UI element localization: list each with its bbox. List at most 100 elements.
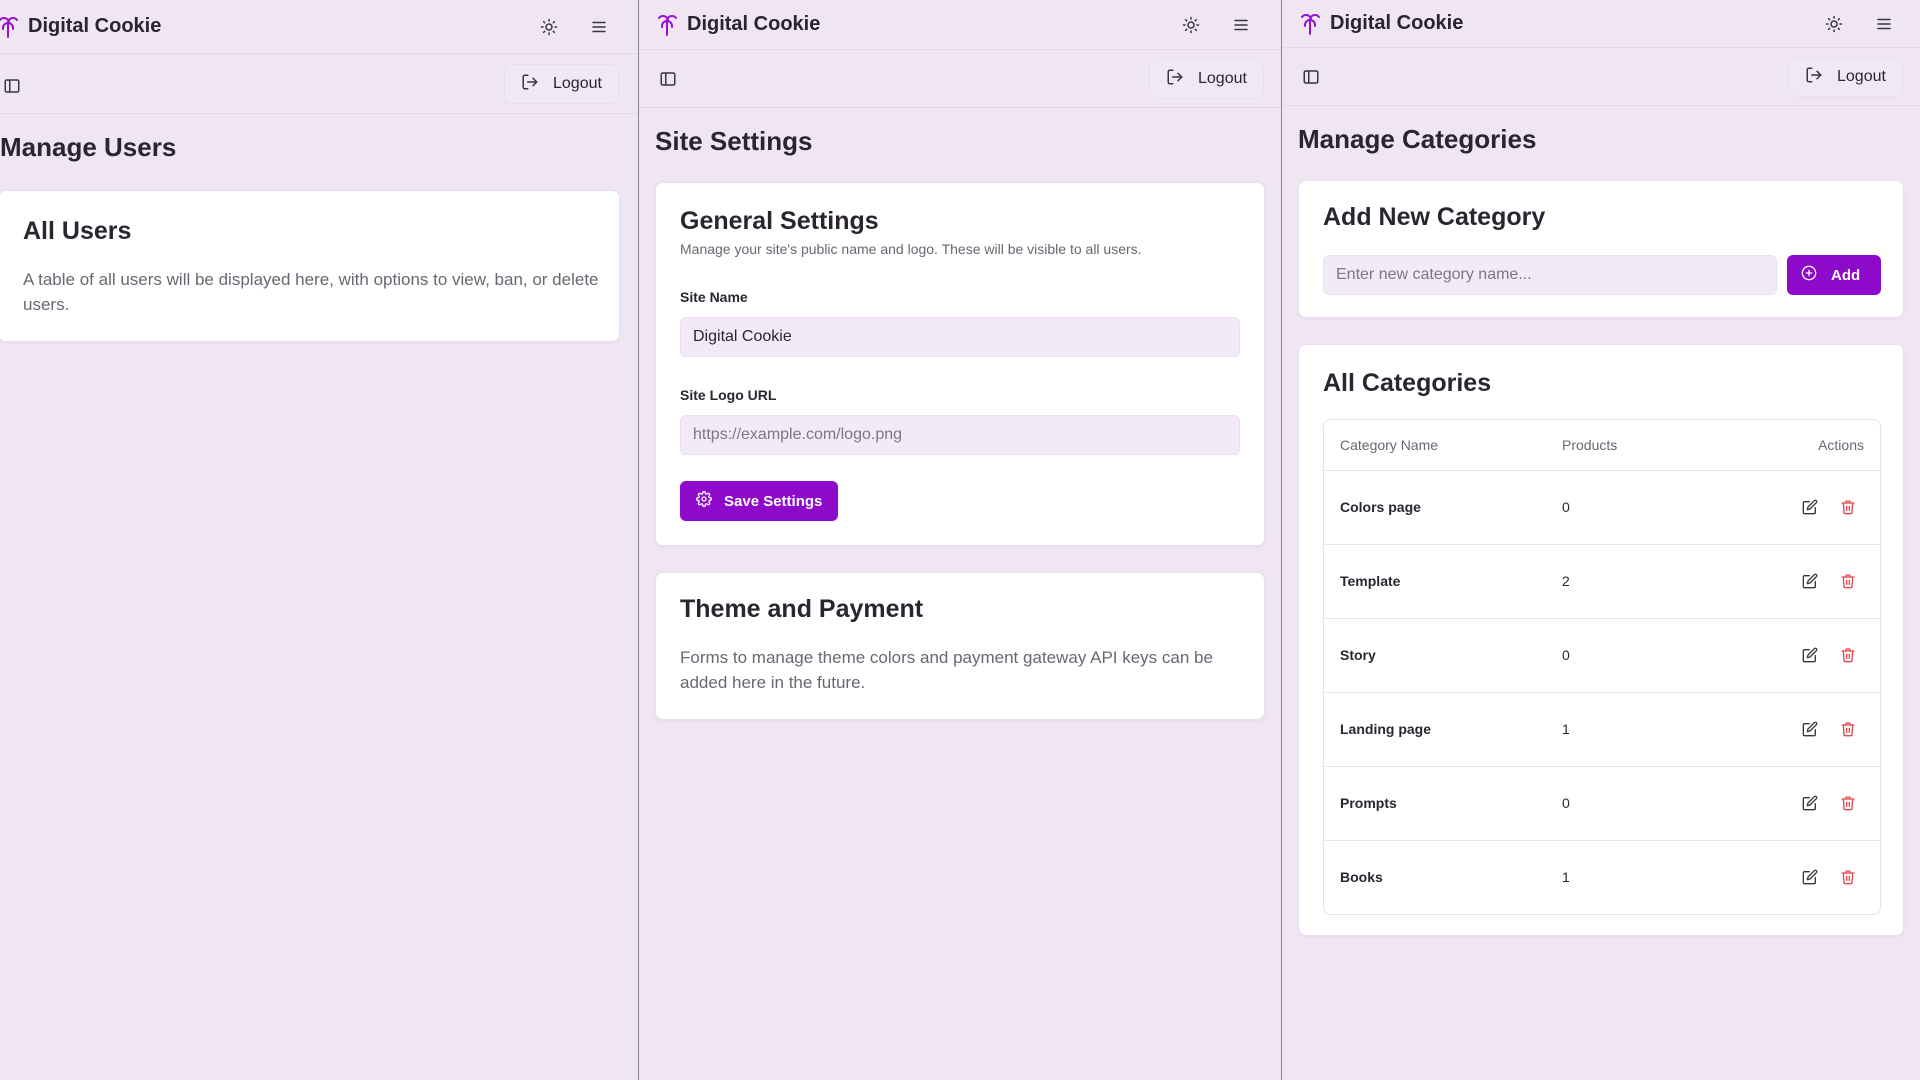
site-logo-url-label: Site Logo URL: [680, 387, 777, 403]
product-count: 2: [1546, 544, 1746, 619]
hamburger-menu-icon[interactable]: [1866, 6, 1902, 42]
save-settings-label: Save Settings: [724, 492, 823, 510]
trash-icon[interactable]: [1832, 491, 1864, 523]
edit-icon[interactable]: [1794, 787, 1826, 819]
table-body: Colors page 0 Template 2 Story 0 Landing page 1…: [1324, 470, 1880, 914]
product-count: 0: [1546, 618, 1746, 693]
logout-icon: [1166, 68, 1184, 91]
general-settings-card: General Settings Manage your site's publ…: [655, 182, 1265, 546]
sun-icon[interactable]: [1173, 7, 1209, 43]
logout-label: Logout: [553, 75, 602, 92]
card-title: All Users: [23, 217, 132, 245]
logout-button[interactable]: Logout: [1788, 57, 1903, 97]
category-name-input[interactable]: Enter new category name...: [1323, 255, 1777, 295]
top-icons: [531, 0, 617, 53]
logout-button[interactable]: Logout: [1149, 59, 1264, 99]
gear-icon: [696, 491, 712, 511]
top-icons: [1816, 0, 1902, 47]
table-row: Template 2: [1324, 544, 1880, 619]
edit-icon[interactable]: [1794, 861, 1826, 893]
sun-icon[interactable]: [1816, 6, 1852, 42]
brand[interactable]: Digital Cookie: [0, 15, 161, 39]
top-nav: Digital Cookie: [0, 0, 638, 54]
all-users-card: All Users A table of all users will be d…: [0, 190, 620, 342]
card-description: Manage your site's public name and logo.…: [680, 241, 1142, 257]
brand[interactable]: Digital Cookie: [655, 13, 820, 37]
hamburger-menu-icon[interactable]: [581, 9, 617, 45]
column-header: Category Name: [1324, 420, 1546, 471]
logo-icon: [0, 15, 20, 39]
brand-name: Digital Cookie: [28, 15, 162, 37]
row-actions: [1746, 618, 1880, 693]
card-title: Theme and Payment: [680, 595, 924, 623]
logo-icon: [655, 13, 679, 37]
category-name: Template: [1324, 544, 1546, 619]
card-title: Add New Category: [1323, 203, 1546, 231]
trash-icon[interactable]: [1832, 639, 1864, 671]
add-label: Add: [1831, 266, 1861, 284]
card-text: A table of all users will be displayed h…: [23, 270, 599, 314]
logout-button[interactable]: Logout: [504, 64, 619, 104]
row-actions: [1746, 766, 1880, 841]
plus-circle-icon: [1801, 265, 1817, 285]
logout-label: Logout: [1837, 68, 1886, 85]
settings-panel: Digital Cookie Logout Site Settings Gene…: [639, 0, 1281, 1080]
save-settings-button[interactable]: Save Settings: [680, 481, 839, 521]
sub-toolbar: Logout: [1282, 48, 1920, 106]
product-count: 1: [1546, 692, 1746, 767]
trash-icon[interactable]: [1832, 565, 1864, 597]
logout-label: Logout: [1198, 70, 1247, 87]
brand[interactable]: Digital Cookie: [1298, 12, 1463, 36]
brand-name: Digital Cookie: [687, 13, 821, 35]
table-header-row: Category Name Products Actions: [1324, 420, 1880, 471]
categories-table: Category Name Products Actions Colors pa…: [1323, 419, 1881, 915]
row-actions: [1746, 470, 1880, 545]
category-name: Story: [1324, 618, 1546, 693]
edit-icon[interactable]: [1794, 565, 1826, 597]
page-title: Site Settings: [655, 126, 813, 156]
sidebar-panel-icon[interactable]: [0, 68, 30, 104]
column-header: Actions: [1746, 420, 1880, 471]
column-header: Products: [1546, 420, 1746, 471]
product-count: 0: [1546, 766, 1746, 841]
table-row: Prompts 0: [1324, 766, 1880, 841]
edit-icon[interactable]: [1794, 713, 1826, 745]
all-categories-card: All Categories Category Name Products Ac…: [1298, 344, 1904, 936]
sidebar-panel-icon[interactable]: [1293, 59, 1329, 95]
row-actions: [1746, 692, 1880, 767]
top-nav: Digital Cookie: [1282, 0, 1920, 48]
category-name: Colors page: [1324, 470, 1546, 545]
top-icons: [1173, 0, 1259, 49]
brand-name: Digital Cookie: [1330, 12, 1464, 34]
sidebar-panel-icon[interactable]: [650, 61, 686, 97]
site-name-input[interactable]: Digital Cookie: [680, 317, 1240, 357]
sub-toolbar: Logout: [639, 50, 1281, 108]
edit-icon[interactable]: [1794, 639, 1826, 671]
edit-icon[interactable]: [1794, 491, 1826, 523]
row-actions: [1746, 840, 1880, 914]
logout-icon: [1805, 66, 1823, 89]
table-row: Landing page 1: [1324, 692, 1880, 767]
trash-icon[interactable]: [1832, 787, 1864, 819]
site-logo-url-input[interactable]: https://example.com/logo.png: [680, 415, 1240, 455]
page-title: Manage Users: [0, 132, 177, 162]
card-title: All Categories: [1323, 369, 1492, 397]
logout-icon: [521, 73, 539, 96]
trash-icon[interactable]: [1832, 713, 1864, 745]
category-name: Landing page: [1324, 692, 1546, 767]
sun-icon[interactable]: [531, 9, 567, 45]
sub-toolbar: Logout: [0, 54, 638, 114]
category-name: Books: [1340, 869, 1383, 886]
theme-payment-card: Theme and Payment Forms to manage theme …: [655, 572, 1265, 720]
row-actions: [1746, 544, 1880, 619]
logo-icon: [1298, 12, 1322, 36]
site-name-label: Site Name: [680, 289, 748, 305]
add-category-card: Add New Category Enter new category name…: [1298, 180, 1904, 318]
trash-icon[interactable]: [1832, 861, 1864, 893]
page-title: Manage Categories: [1298, 124, 1537, 154]
table-row: Books 1: [1324, 840, 1880, 914]
table-row: Story 0: [1324, 618, 1880, 693]
add-category-button[interactable]: Add: [1787, 255, 1881, 295]
hamburger-menu-icon[interactable]: [1223, 7, 1259, 43]
users-panel: Digital Cookie Logout Manage Users All U…: [0, 0, 638, 1080]
